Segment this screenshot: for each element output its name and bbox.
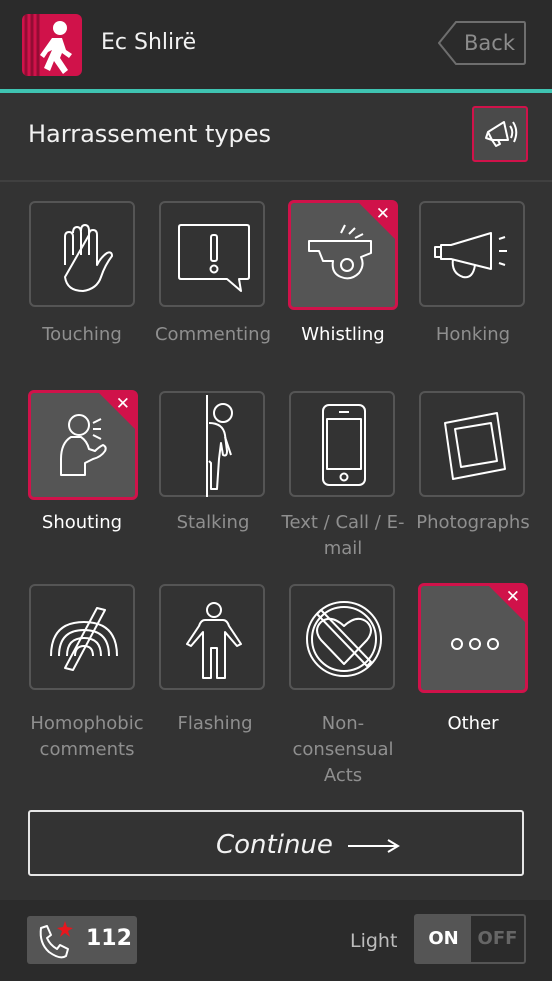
emergency-phone-icon bbox=[39, 921, 73, 959]
type-tile-honking[interactable] bbox=[419, 201, 525, 307]
arrow-right-icon bbox=[348, 839, 400, 853]
type-label-homophobic-comments: Homophobic comments bbox=[30, 713, 144, 760]
type-label-shouting: Shouting bbox=[41, 512, 123, 533]
hand-icon bbox=[64, 224, 113, 292]
rainbow-crossed-icon bbox=[50, 607, 118, 671]
type-label-text-call-email: Text / Call / E-mail bbox=[281, 512, 405, 559]
heart-forbidden-icon bbox=[306, 601, 382, 677]
type-label-non-consensual-acts: Non-consensual Acts bbox=[292, 713, 394, 786]
type-label-commenting: Commenting bbox=[154, 324, 272, 345]
remove-selection-icon[interactable]: ✕ bbox=[506, 587, 520, 607]
stalker-icon bbox=[206, 395, 233, 497]
remove-selection-icon[interactable]: ✕ bbox=[116, 394, 130, 414]
emergency-number: 112 bbox=[86, 926, 132, 951]
light-toggle-on[interactable]: ON bbox=[416, 916, 471, 962]
header-accent-line bbox=[0, 89, 552, 93]
type-tile-photographs[interactable] bbox=[419, 391, 525, 497]
speech-bubble-icon bbox=[178, 224, 250, 292]
section-divider bbox=[0, 180, 552, 182]
app-logo-icon bbox=[22, 14, 82, 76]
back-button[interactable]: Back bbox=[438, 21, 526, 65]
type-tile-non-consensual-acts[interactable] bbox=[289, 584, 395, 690]
phone-icon bbox=[322, 404, 366, 486]
type-label-flashing: Flashing bbox=[177, 713, 253, 734]
type-tile-homophobic-comments[interactable] bbox=[29, 584, 135, 690]
type-tile-whistling[interactable]: ✕ bbox=[288, 200, 398, 310]
type-label-photographs: Photographs bbox=[416, 512, 530, 533]
type-label-touching: Touching bbox=[42, 324, 122, 345]
light-toggle-off[interactable]: OFF bbox=[471, 916, 524, 962]
light-label: Light bbox=[350, 930, 398, 952]
photo-icon bbox=[444, 412, 506, 480]
megaphone-icon bbox=[485, 121, 518, 147]
type-tile-touching[interactable] bbox=[29, 201, 135, 307]
continue-button-label: Continue bbox=[216, 830, 333, 860]
type-tile-shouting[interactable]: ✕ bbox=[28, 390, 138, 500]
back-button-label: Back bbox=[464, 31, 515, 55]
type-tile-text-call-email[interactable] bbox=[289, 391, 395, 497]
light-toggle[interactable]: ON OFF bbox=[414, 914, 526, 964]
megaphone-button[interactable] bbox=[472, 106, 528, 162]
type-label-stalking: Stalking bbox=[176, 512, 250, 533]
type-label-honking: Honking bbox=[435, 324, 511, 345]
remove-selection-icon[interactable]: ✕ bbox=[376, 204, 390, 224]
page-title: Harrassement types bbox=[28, 120, 272, 148]
type-tile-stalking[interactable] bbox=[159, 391, 265, 497]
type-tile-other[interactable]: ✕ bbox=[418, 583, 528, 693]
type-label-whistling: Whistling bbox=[301, 324, 385, 345]
type-label-other: Other bbox=[447, 713, 499, 734]
horn-icon bbox=[434, 232, 507, 279]
flasher-icon bbox=[186, 602, 242, 679]
continue-button[interactable]: Continue bbox=[28, 810, 524, 876]
app-title: Ec Shlirë bbox=[101, 30, 197, 55]
emergency-call-button[interactable]: 112 bbox=[27, 916, 137, 964]
type-tile-flashing[interactable] bbox=[159, 584, 265, 690]
type-tile-commenting[interactable] bbox=[159, 201, 265, 307]
